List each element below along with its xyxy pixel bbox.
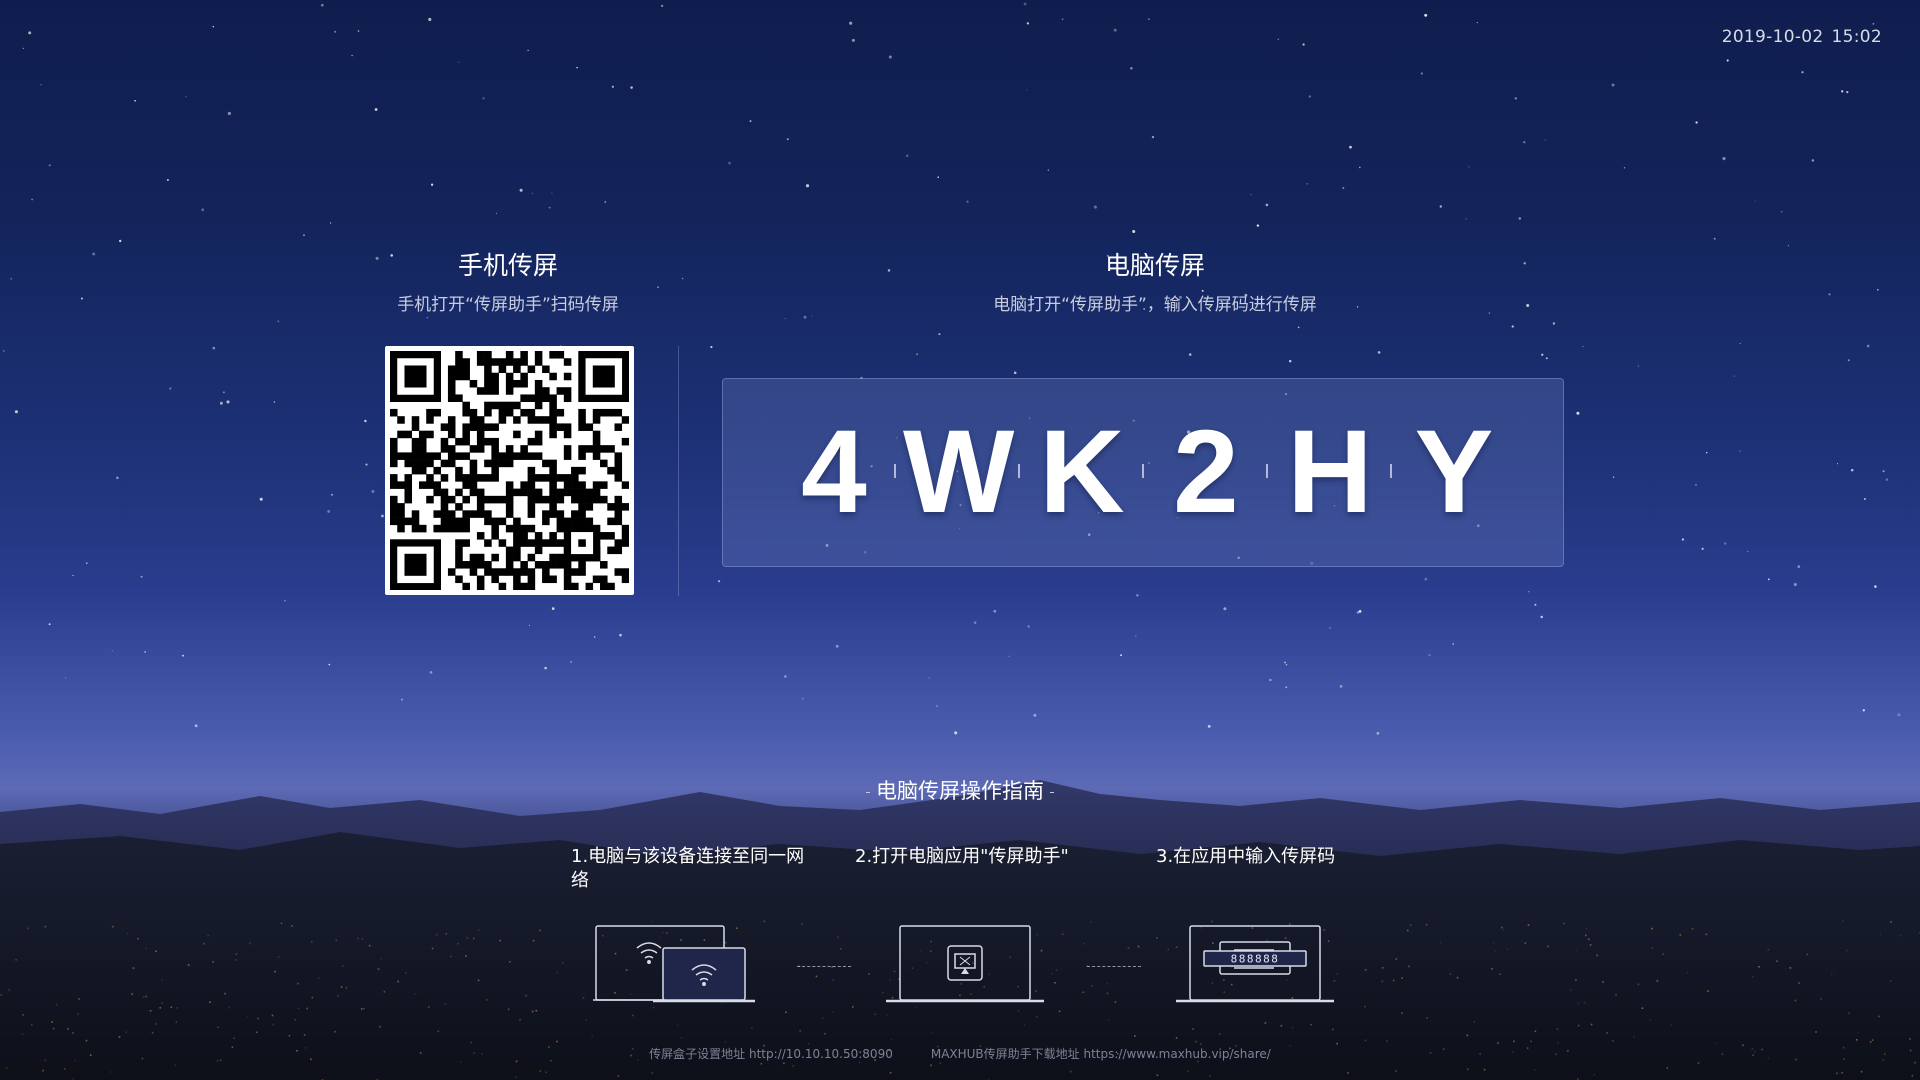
status-clock: 2019-10-02 15:02 [1722,27,1882,47]
code-separator [1018,464,1020,478]
cast-code-char-6: Y [1414,406,1494,538]
step-connector [797,966,851,967]
cast-code-char-4: 2 [1173,406,1239,538]
laptop-cast-app-icon [886,925,1044,1003]
cast-code-char-5: H [1287,406,1373,538]
code-preview-text: 888888 [1231,953,1280,966]
column-divider [678,346,679,596]
pc-cast-title: 电脑传屏 [1104,251,1205,280]
laptops-wifi-icon [593,925,755,1003]
cast-code-char-1: 4 [801,406,867,538]
guide-step-1: 1.电脑与该设备连接至同一网络 [571,846,805,891]
code-separator [1142,464,1144,478]
qr-code-pattern [390,351,629,590]
download-address: MAXHUB传屏助手下载地址 https://www.maxhub.vip/sh… [930,1047,1271,1061]
setup-address: 传屏盒子设置地址 http://10.10.10.50:8090 [649,1047,893,1061]
status-time: 15:02 [1831,27,1882,47]
status-date: 2019-10-02 [1721,27,1824,47]
phone-cast-title: 手机传屏 [457,251,558,280]
guide-step-2: 2.打开电脑应用"传屏助手" [855,846,1069,867]
phone-cast-subtitle: 手机打开“传屏助手”扫码传屏 [397,295,619,315]
heading-tick-right [1050,791,1054,793]
code-separator [894,464,896,478]
pc-cast-subtitle: 电脑打开“传屏助手”，输入传屏码进行传屏 [993,295,1317,315]
step-connector [1087,966,1141,967]
laptop-code-entry-icon: 888888 [1176,925,1334,1003]
cast-qr-code [385,346,634,595]
cast-code-panel: 4 W K 2 H Y [722,378,1564,567]
guide-step-3: 3.在应用中输入传屏码 [1156,846,1336,867]
guide-title: 电脑传屏操作指南 [876,779,1044,803]
code-separator [1266,464,1268,478]
cast-code-char-3: K [1039,406,1125,538]
footer: 传屏盒子设置地址 http://10.10.10.50:8090 MAXHUB传屏… [0,1045,1920,1062]
heading-tick-left [866,791,870,793]
cast-code-char-2: W [903,406,1015,538]
guide-heading: 电脑传屏操作指南 [760,775,1160,805]
code-separator [1390,464,1392,478]
